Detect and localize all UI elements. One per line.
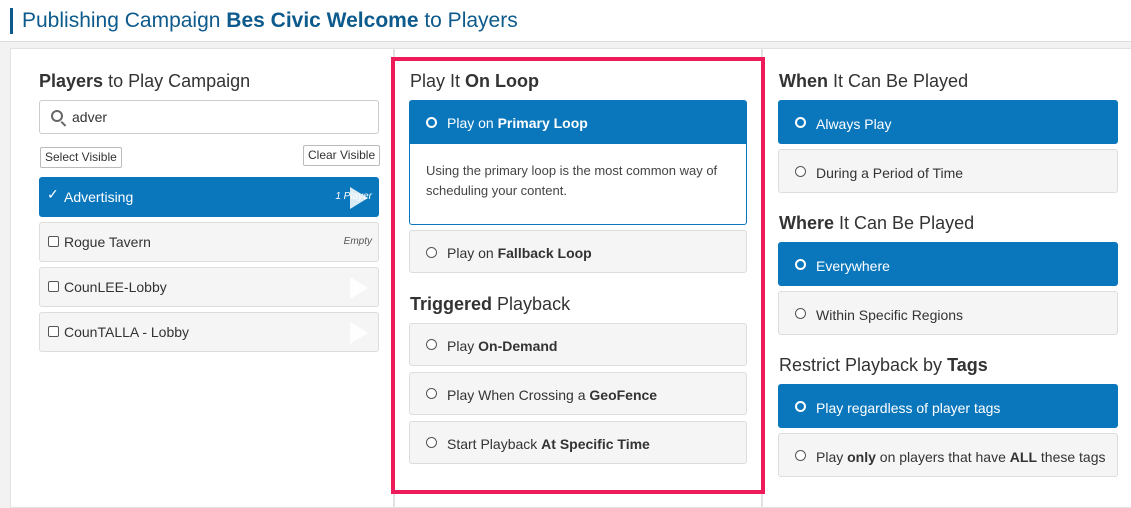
campaign-name: Bes Civic Welcome (226, 9, 419, 32)
page-title: Publishing Campaign Bes Civic Welcome to… (22, 9, 518, 32)
on-demand-label: Play On-Demand (447, 338, 558, 354)
triggered-section-title: Triggered Playback (410, 294, 571, 314)
select-visible-button[interactable]: Select Visible (40, 147, 122, 168)
fallback-loop-label: Play on Fallback Loop (447, 245, 592, 261)
checkbox-checked-icon[interactable]: ✓ (47, 187, 59, 201)
player-name: CounLEE-Lobby (64, 279, 167, 295)
player-count: 1 Player (335, 191, 372, 202)
radio-icon[interactable] (426, 247, 437, 258)
checkbox-icon[interactable] (48, 236, 59, 247)
specific-time-option[interactable]: Start Playback At Specific Time (409, 421, 747, 464)
player-item-counlee-lobby[interactable]: CounLEE-Lobby (39, 267, 379, 307)
period-option[interactable]: During a Period of Time (778, 149, 1118, 193)
geofence-option[interactable]: Play When Crossing a GeoFence (409, 372, 747, 415)
specific-time-label: Start Playback At Specific Time (447, 436, 650, 452)
checkbox-icon[interactable] (48, 326, 59, 337)
everywhere-option[interactable]: Everywhere (778, 242, 1118, 286)
players-section-title: Players to Play Campaign (39, 71, 251, 91)
header-accent-bar (10, 8, 13, 34)
always-play-label: Always Play (816, 116, 892, 132)
player-search[interactable] (39, 100, 379, 134)
primary-loop-header[interactable]: Play on Primary Loop (410, 101, 746, 144)
primary-loop-description: Using the primary loop is the most commo… (426, 163, 718, 198)
player-item-advertising[interactable]: ✓ Advertising 1 Player (39, 177, 379, 217)
play-icon[interactable] (350, 277, 368, 299)
radio-icon[interactable] (795, 450, 806, 461)
radio-icon[interactable] (795, 166, 806, 177)
primary-loop-label: Play on Primary Loop (447, 115, 588, 131)
loop-section-title: Play It On Loop (410, 71, 540, 91)
radio-selected-icon[interactable] (795, 401, 806, 412)
radio-icon[interactable] (426, 388, 437, 399)
tags-only-label: Play only on players that have ALL these… (816, 449, 1106, 465)
tags-regardless-label: Play regardless of player tags (816, 400, 1001, 416)
regions-label: Within Specific Regions (816, 307, 964, 323)
player-name: Advertising (64, 189, 134, 205)
player-name: CounTALLA - Lobby (64, 324, 190, 340)
period-label: During a Period of Time (816, 165, 964, 181)
player-name: Rogue Tavern (64, 234, 151, 250)
fallback-loop-option[interactable]: Play on Fallback Loop (409, 230, 747, 273)
player-item-rogue-tavern[interactable]: Rogue Tavern Empty (39, 222, 379, 262)
radio-icon[interactable] (426, 437, 437, 448)
search-icon (51, 110, 63, 122)
tags-only-option[interactable]: Play only on players that have ALL these… (778, 433, 1118, 477)
clear-visible-button[interactable]: Clear Visible (303, 145, 381, 166)
geofence-label: Play When Crossing a GeoFence (447, 387, 658, 403)
when-section-title: When It Can Be Played (779, 71, 969, 91)
where-section-title: Where It Can Be Played (779, 213, 975, 233)
primary-loop-option[interactable]: Play on Primary Loop Using the primary l… (409, 100, 747, 225)
player-item-countalla-lobby[interactable]: CounTALLA - Lobby (39, 312, 379, 352)
on-demand-option[interactable]: Play On-Demand (409, 323, 747, 366)
page-header: Publishing Campaign Bes Civic Welcome to… (0, 0, 1131, 42)
tags-section-title: Restrict Playback by Tags (779, 355, 988, 375)
radio-selected-icon[interactable] (795, 259, 806, 270)
radio-icon[interactable] (426, 339, 437, 350)
radio-icon[interactable] (795, 308, 806, 319)
search-input[interactable] (72, 106, 362, 128)
player-count: Empty (343, 236, 372, 247)
checkbox-icon[interactable] (48, 281, 59, 292)
regions-option[interactable]: Within Specific Regions (778, 291, 1118, 335)
tags-regardless-option[interactable]: Play regardless of player tags (778, 384, 1118, 428)
always-play-option[interactable]: Always Play (778, 100, 1118, 144)
radio-selected-icon[interactable] (426, 117, 437, 128)
play-icon[interactable] (350, 322, 368, 344)
radio-selected-icon[interactable] (795, 117, 806, 128)
everywhere-label: Everywhere (816, 258, 890, 274)
